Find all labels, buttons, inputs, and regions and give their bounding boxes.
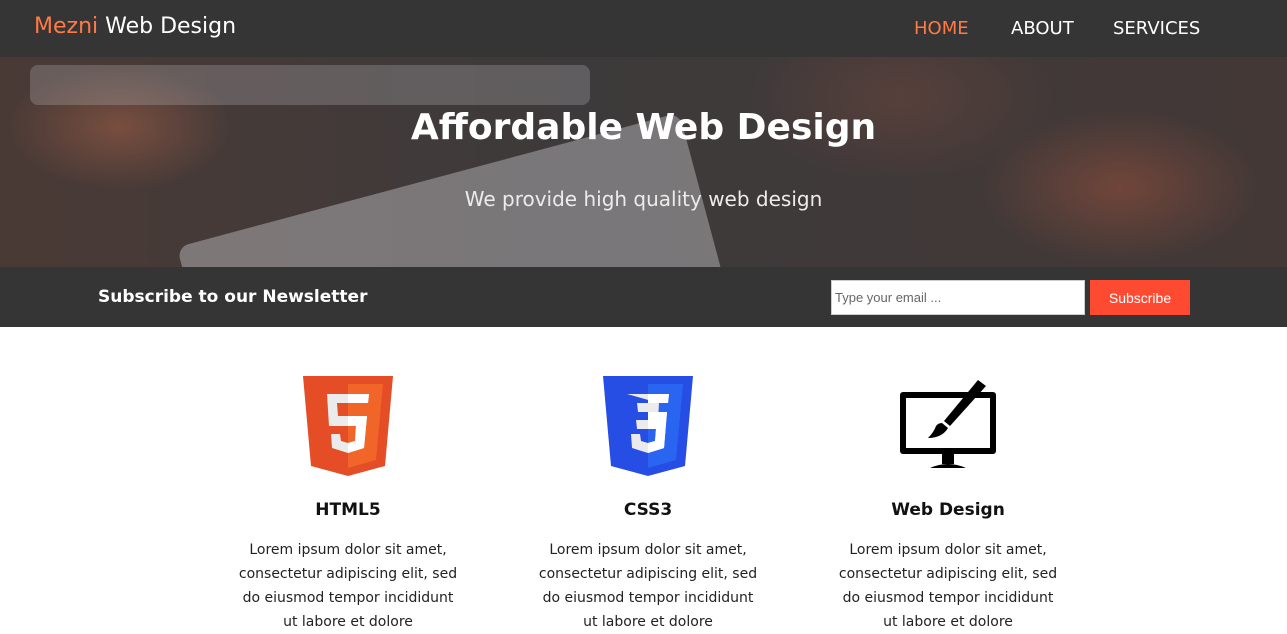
feature-css3: CSS3 Lorem ipsum dolor sit amet, consect… — [498, 376, 798, 634]
nav-about-link[interactable]: ABOUT — [1011, 18, 1074, 39]
feature-title: CSS3 — [623, 500, 673, 520]
hero-subtitle: We provide high quality web design — [464, 187, 823, 211]
feature-html5: HTML5 Lorem ipsum dolor sit amet, consec… — [198, 376, 498, 634]
brand-name: Web Design — [98, 14, 237, 39]
html5-logo-icon — [303, 376, 393, 476]
feature-web-design: Web Design Lorem ipsum dolor sit amet, c… — [798, 376, 1098, 634]
brand-highlight: Mezni — [34, 14, 99, 39]
brand-logo[interactable]: Mezni Web Design — [34, 14, 236, 39]
web-design-monitor-icon — [900, 380, 996, 468]
nav-services-link[interactable]: SERVICES — [1113, 18, 1200, 39]
feature-title: Web Design — [891, 500, 1005, 520]
feature-title: HTML5 — [315, 500, 381, 520]
feature-description: Lorem ipsum dolor sit amet, consectetur … — [238, 542, 458, 630]
css3-logo-icon — [603, 376, 693, 476]
email-input[interactable] — [831, 280, 1085, 315]
top-navbar: Mezni Web Design HOME ABOUT SERVICES — [0, 0, 1287, 57]
hero-banner: Affordable Web Design We provide high qu… — [0, 57, 1287, 267]
newsletter-title: Subscribe to our Newsletter — [98, 287, 368, 307]
feature-description: Lorem ipsum dolor sit amet, consectetur … — [838, 542, 1058, 630]
hero-title: Affordable Web Design — [410, 107, 877, 148]
newsletter-bar: Subscribe to our Newsletter Subscribe — [0, 267, 1287, 327]
subscribe-button[interactable]: Subscribe — [1090, 280, 1190, 315]
feature-description: Lorem ipsum dolor sit amet, consectetur … — [538, 542, 758, 630]
hero-background-laptop-edge — [30, 65, 590, 105]
nav-home-link[interactable]: HOME — [914, 18, 969, 39]
